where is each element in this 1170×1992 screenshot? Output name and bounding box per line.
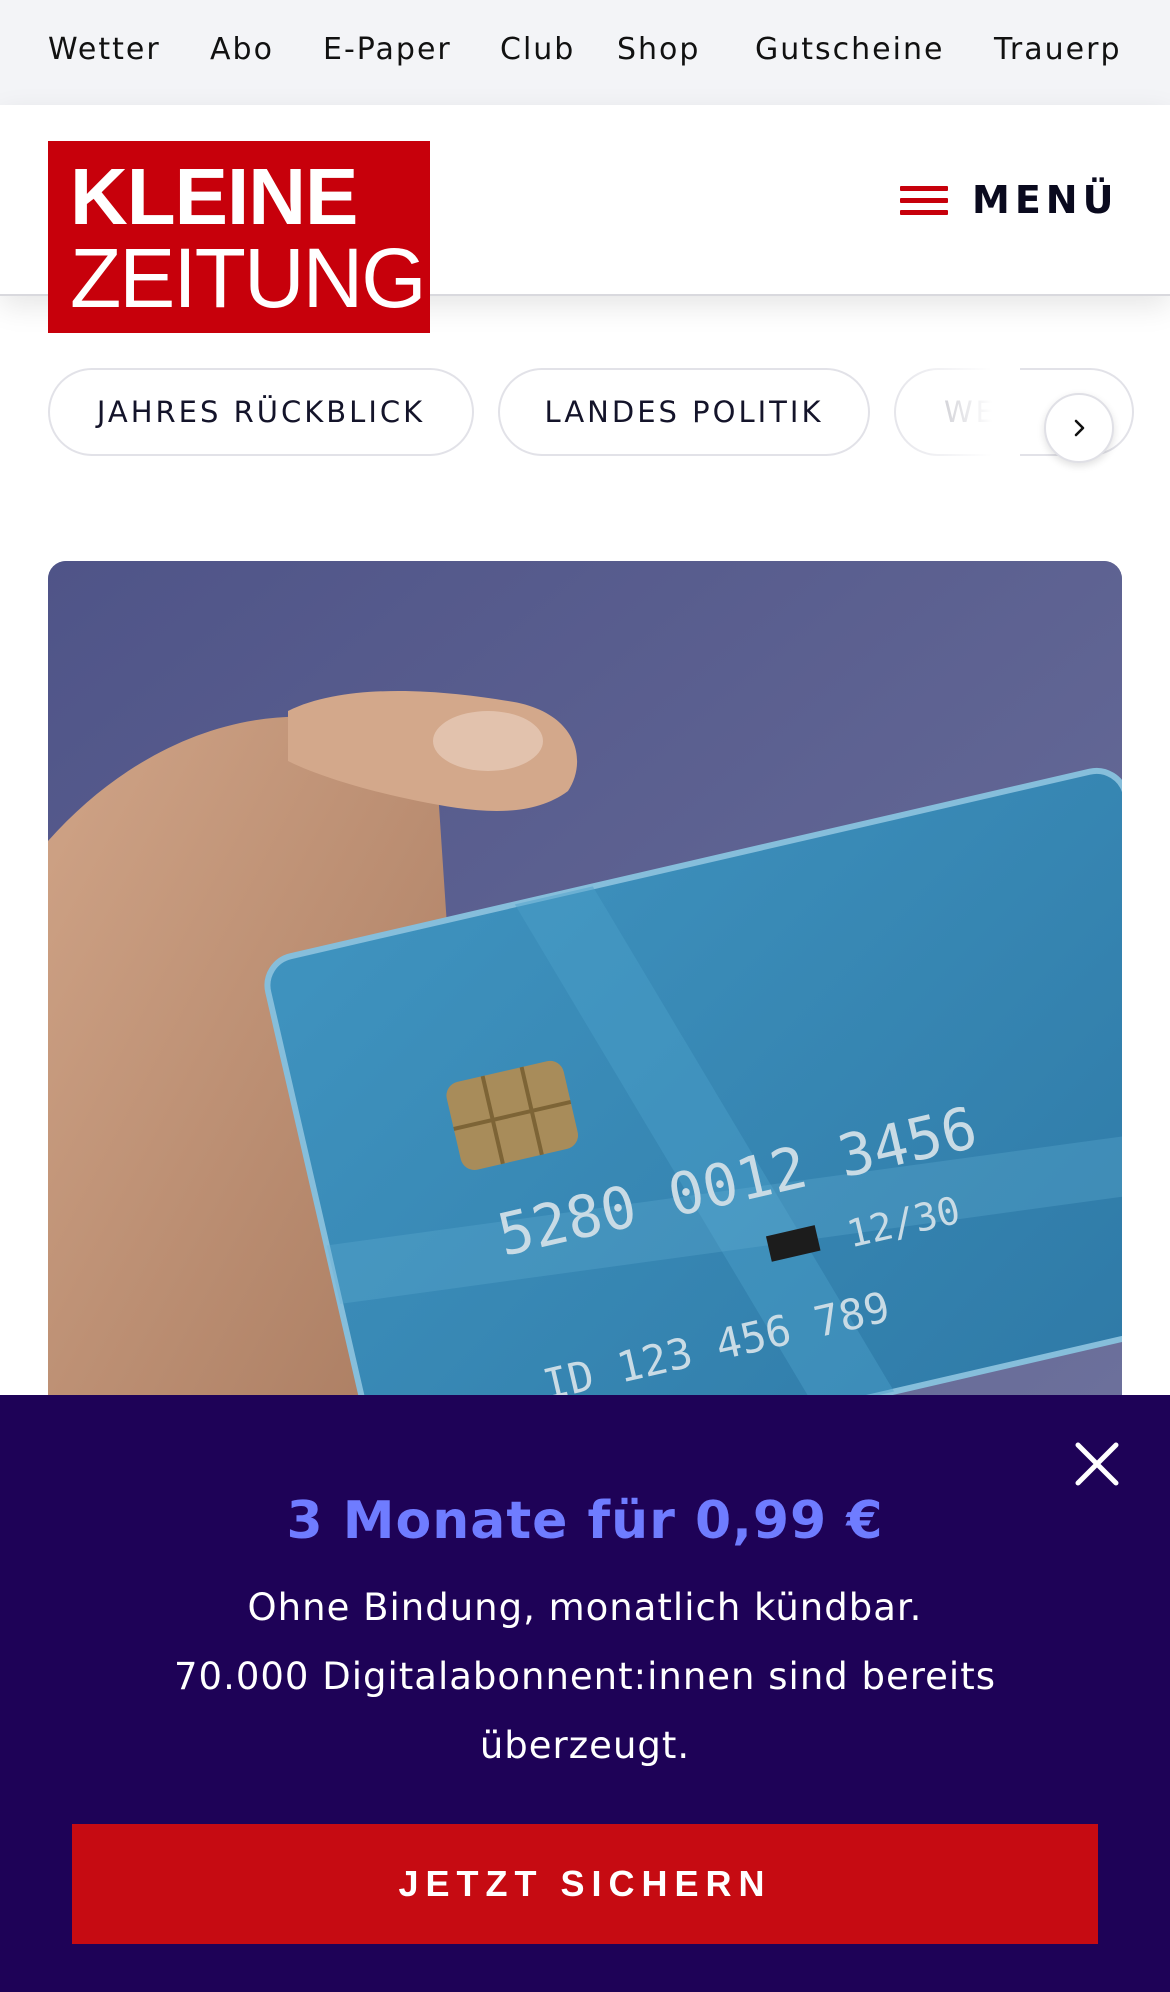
topnav-club[interactable]: Club — [500, 32, 575, 67]
close-icon — [1075, 1442, 1119, 1486]
offer-headline: 3 Monate für 0,99 € — [286, 1491, 884, 1551]
topnav-gutscheine[interactable]: Gutscheine — [755, 32, 944, 67]
topnav-shop[interactable]: Shop — [617, 32, 700, 67]
top-utility-nav: Wetter Abo E-Paper Club Shop Gutscheine … — [0, 0, 1170, 105]
jetzt-sichern-button[interactable]: JETZT SICHERN — [72, 1824, 1098, 1944]
kleine-zeitung-logo[interactable]: KLEINE ZEITUNG — [48, 141, 430, 333]
article-hero-image[interactable]: 5280 0012 3456 12/30 ID 123 456 789 — [48, 561, 1122, 1461]
logo-line-2: ZEITUNG — [70, 231, 427, 325]
site-header: KLEINE ZEITUNG MENÜ — [0, 105, 1170, 333]
offer-line-1: Ohne Bindung, monatlich kündbar. — [247, 1586, 923, 1629]
menu-button[interactable]: MENÜ — [900, 175, 1118, 225]
offer-line-3: überzeugt. — [479, 1724, 691, 1767]
topic-tags: JAHRES RÜCKBLICK LANDES POLITIK WE — [0, 368, 1170, 462]
offer-description: Ohne Bindung, monatlich kündbar. 70.000 … — [0, 1573, 1170, 1780]
logo-line-1: KLEINE — [70, 152, 358, 241]
chevron-right-icon — [1074, 419, 1085, 437]
tag-jahresrueckblick[interactable]: JAHRES RÜCKBLICK — [48, 368, 474, 456]
hamburger-icon — [900, 182, 948, 218]
topnav-wetter[interactable]: Wetter — [48, 32, 161, 67]
tag-landespolitik[interactable]: LANDES POLITIK — [498, 368, 870, 456]
credit-card-photo: 5280 0012 3456 12/30 ID 123 456 789 — [48, 561, 1122, 1461]
subscription-banner: 3 Monate für 0,99 € Ohne Bindung, monatl… — [0, 1395, 1170, 1992]
topnav-trauerportal[interactable]: Trauerp — [994, 32, 1121, 67]
topnav-abo[interactable]: Abo — [210, 32, 274, 67]
menu-label: MENÜ — [972, 178, 1119, 222]
offer-line-2: 70.000 Digitalabonnent:innen sind bereit… — [174, 1655, 996, 1698]
close-banner-button[interactable] — [1072, 1439, 1122, 1489]
tags-scroll-right-button[interactable] — [1044, 393, 1114, 463]
tags-fade-overlay — [880, 368, 1020, 462]
topnav-epaper[interactable]: E-Paper — [323, 32, 452, 67]
